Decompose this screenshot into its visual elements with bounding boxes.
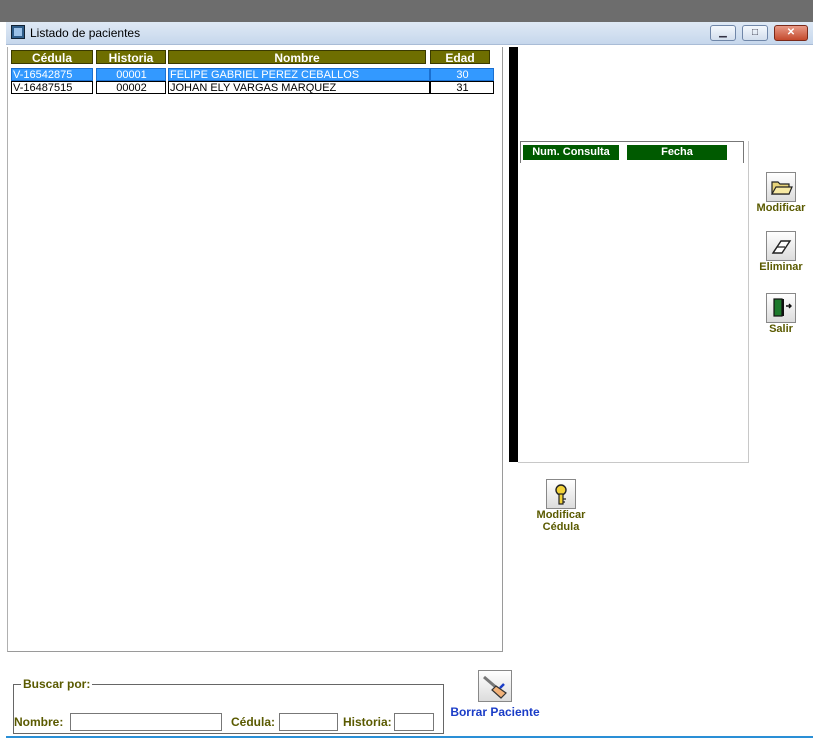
bottom-accent-line xyxy=(6,736,813,738)
column-header-cedula[interactable]: Cédula xyxy=(11,50,93,65)
modificar-button[interactable]: Modificar xyxy=(752,172,810,214)
nombre-input[interactable] xyxy=(70,713,222,731)
cell-cedula: V-16487515 xyxy=(11,81,93,94)
column-header-num-consulta[interactable]: Num. Consulta xyxy=(523,145,619,160)
key-icon xyxy=(546,479,576,509)
search-legend: Buscar por: xyxy=(21,677,93,691)
column-header-fecha[interactable]: Fecha xyxy=(627,145,727,160)
minimize-button[interactable]: ▁ xyxy=(710,25,736,41)
cell-historia: 00002 xyxy=(96,81,166,94)
cell-nombre: JOHAN ELY VARGAS MARQUEZ xyxy=(168,81,430,94)
column-header-nombre[interactable]: Nombre xyxy=(168,50,426,65)
patients-grid[interactable]: Cédula Historia Nombre Edad V-16542875 0… xyxy=(7,47,503,652)
borrar-paciente-button[interactable]: Borrar Paciente xyxy=(446,670,544,719)
close-button[interactable]: ✕ xyxy=(774,25,808,41)
cedula-input[interactable] xyxy=(279,713,338,731)
modificar-label: Modificar xyxy=(756,202,806,214)
modificar-cedula-label-1: Modificar xyxy=(536,509,586,521)
maximize-button[interactable]: □ xyxy=(742,25,768,41)
cedula-label: Cédula: xyxy=(231,715,276,729)
consultations-header: Num. Consulta Fecha xyxy=(520,141,744,163)
modificar-cedula-label-2: Cédula xyxy=(542,521,580,533)
eraser-icon xyxy=(766,231,796,261)
top-strip xyxy=(0,0,813,22)
cell-nombre: FELIPE GABRIEL PEREZ CEBALLOS xyxy=(168,68,430,81)
historia-label: Historia: xyxy=(343,715,392,729)
modificar-cedula-button[interactable]: Modificar Cédula xyxy=(525,479,597,533)
salir-button[interactable]: Salir xyxy=(752,293,810,335)
table-row[interactable]: V-16542875 00001 FELIPE GABRIEL PEREZ CE… xyxy=(11,68,499,81)
panel-divider xyxy=(509,47,518,462)
broom-icon xyxy=(478,670,512,702)
column-header-historia[interactable]: Historia xyxy=(96,50,166,65)
eliminar-label: Eliminar xyxy=(759,261,803,273)
folder-open-icon xyxy=(766,172,796,202)
cell-cedula: V-16542875 xyxy=(11,68,93,81)
exit-door-icon xyxy=(766,293,796,323)
title-bar[interactable]: Listado de pacientes ▁ □ ✕ xyxy=(6,22,813,45)
cell-edad: 30 xyxy=(430,68,494,81)
cell-historia: 00001 xyxy=(96,68,166,81)
borrar-paciente-label: Borrar Paciente xyxy=(450,705,540,719)
historia-input[interactable] xyxy=(394,713,434,731)
salir-label: Salir xyxy=(769,323,793,335)
table-row[interactable]: V-16487515 00002 JOHAN ELY VARGAS MARQUE… xyxy=(11,81,499,94)
search-group: Buscar por: Nombre: Cédula: Historia: xyxy=(13,677,444,735)
client-area: Cédula Historia Nombre Edad V-16542875 0… xyxy=(6,45,813,740)
window-title: Listado de pacientes xyxy=(30,26,141,40)
consultations-grid[interactable]: Num. Consulta Fecha xyxy=(518,141,749,463)
app-window: Listado de pacientes ▁ □ ✕ Cédula Histor… xyxy=(6,22,813,740)
cell-edad: 31 xyxy=(430,81,494,94)
nombre-label: Nombre: xyxy=(14,715,64,729)
column-header-edad[interactable]: Edad xyxy=(430,50,490,65)
eliminar-button[interactable]: Eliminar xyxy=(752,231,810,273)
app-icon[interactable] xyxy=(11,25,25,39)
